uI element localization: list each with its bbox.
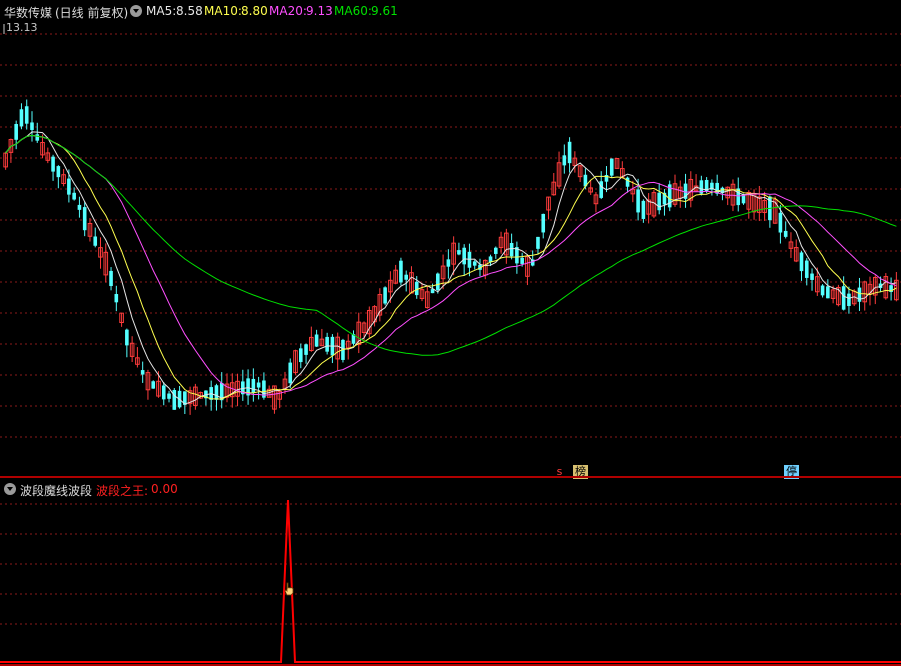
candle-body [35,134,40,141]
candle-body [457,250,461,255]
ma20-value: 9.13 [306,4,333,18]
candle-body [641,200,646,219]
candle-body [56,166,61,178]
collapse-toggle-icon[interactable] [130,5,142,17]
candle-body [77,204,82,210]
candle-body [325,336,329,352]
ma5-label: MA5: [146,4,177,18]
candle-body [19,109,24,127]
candle-body [114,294,119,303]
candle-body [657,192,661,211]
candle-body [167,393,171,399]
price-chart-panel[interactable]: 华数传媒 (日线 前复权) MA5: 8.58 MA10: 8.80 MA20:… [0,0,901,479]
stock-name: 华数传媒 [4,6,53,20]
candle-body [599,181,604,198]
indicator-panel[interactable]: 波段魔线波段 波段之王: 0.00 [0,478,901,666]
candle-body [783,230,788,237]
high-price-marker: 13.13 [6,21,38,34]
candle-body [399,260,403,283]
candle-body [472,261,477,266]
candle-body [30,122,34,130]
candle-body [494,247,498,254]
candle-body [636,189,640,213]
candle-body [625,177,630,187]
indicator-line-label: 波段之王: [96,484,149,498]
indicator-title: 波段魔线波段 [20,484,93,498]
ma60-label: MA60: [334,4,372,18]
hand-cursor-icon [283,582,295,596]
candle-body [509,242,514,257]
candle-body [288,362,293,384]
candle-body [841,286,846,310]
candle-body [14,123,18,140]
price-chart-header: 华数传媒 (日线 前复权) MA5: 8.58 MA10: 8.80 MA20:… [0,0,901,22]
candle-body [214,385,219,400]
ma60-line [5,134,897,356]
candle-body [67,178,71,195]
candle-body [536,236,540,249]
ma60-value: 9.61 [371,4,398,18]
candle-body [383,287,387,304]
candle-body [847,293,851,306]
candle-body [520,257,524,264]
indicator-collapse-icon[interactable] [4,483,16,495]
candle-body [562,155,567,166]
candle-body [541,213,546,233]
ma10-value: 8.80 [241,4,268,18]
candle-body [436,273,440,290]
candle-body [462,247,466,265]
candle-body [567,141,572,164]
candle-body [810,273,814,280]
period-label: (日线 前复权) [55,6,129,20]
ma20-line [5,134,897,396]
ma20-label: MA20: [269,4,307,18]
indicator-line [0,499,901,663]
indicator-line-value: 0.00 [151,482,178,496]
candle-body [109,270,113,287]
ma10-label: MA10: [204,4,242,18]
candle-body [161,385,166,400]
indicator-canvas[interactable] [0,478,901,666]
indicator-header: 波段魔线波段 波段之王: 0.00 [0,478,901,500]
ma5-value: 8.58 [176,4,203,18]
candle-body [251,378,256,393]
candle-body [314,334,319,347]
candle-body [304,344,308,355]
candle-body [125,329,129,346]
candle-body [51,156,55,172]
candle-body [826,286,830,299]
candle-body [140,370,145,375]
candle-body [82,207,87,231]
candle-body [820,285,825,296]
candle-body [414,281,419,296]
candle-body [778,212,783,233]
candle-body [609,158,614,176]
candle-body [93,236,98,246]
candle-body [256,382,261,388]
price-chart-canvas[interactable] [0,0,901,476]
candle-body [151,381,156,389]
candle-body [446,259,451,267]
candle-body [804,260,809,278]
candle-body [404,274,408,280]
candle-body [24,106,29,124]
candle-body [72,192,76,200]
candle-body [799,252,804,272]
candle-body [298,348,303,363]
